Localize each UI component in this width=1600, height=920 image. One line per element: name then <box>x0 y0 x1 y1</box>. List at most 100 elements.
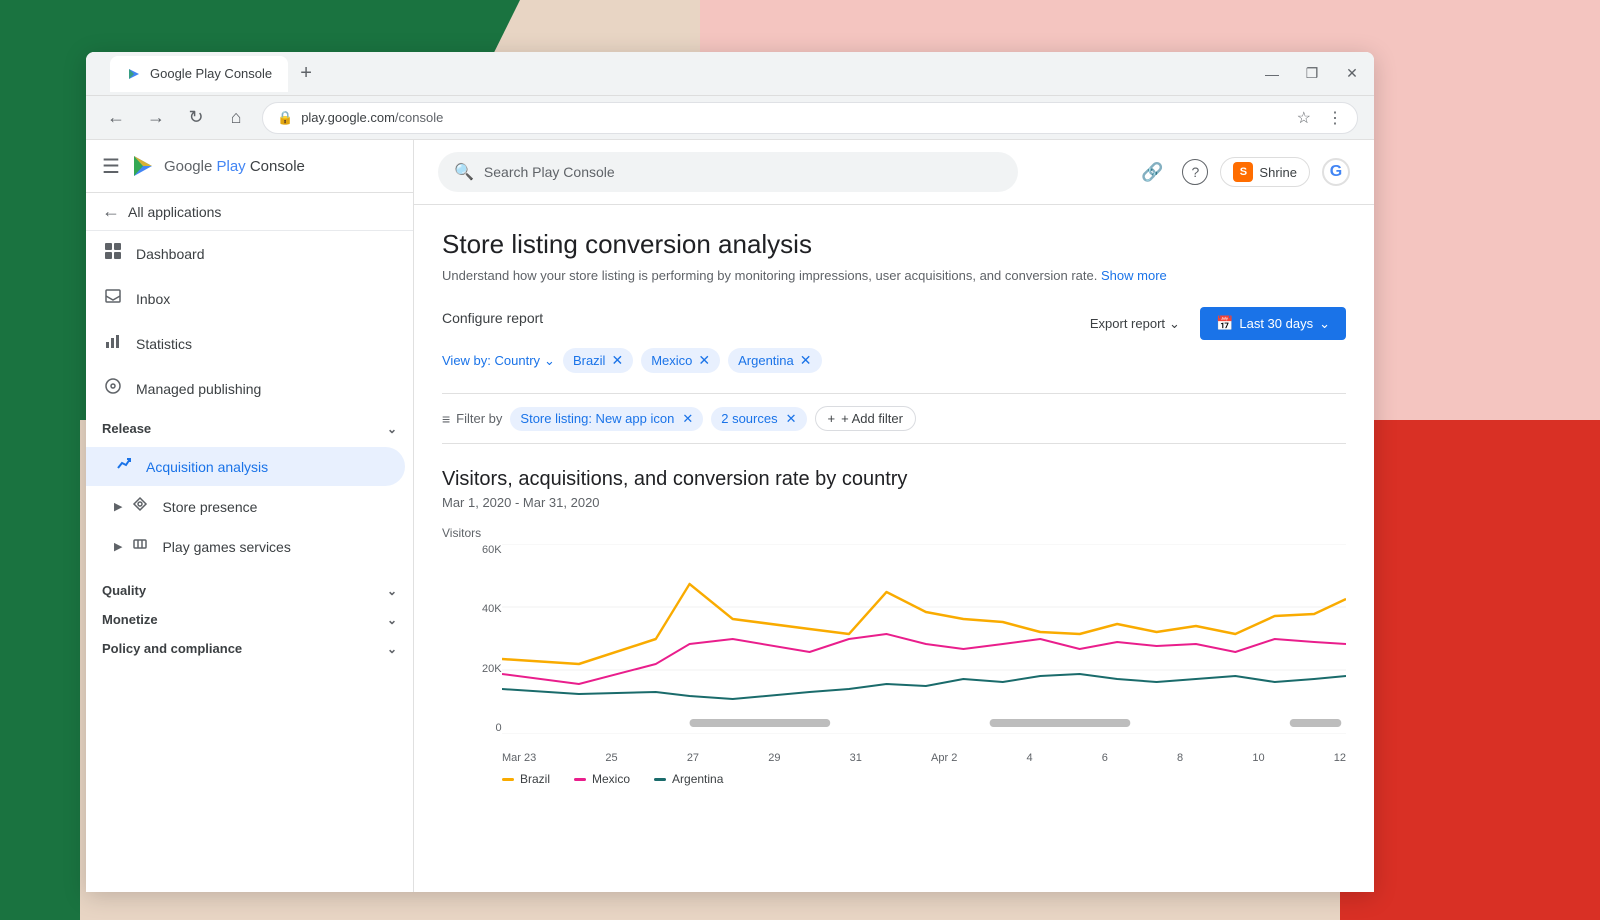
managed-publishing-icon <box>102 377 124 400</box>
close-button[interactable]: ✕ <box>1342 64 1362 84</box>
chart-svg <box>502 544 1346 734</box>
release-section-header[interactable]: Release ⌄ <box>86 411 413 440</box>
app-layout: ☰ Google Play Console ← All applications <box>86 140 1374 892</box>
argentina-legend-dot <box>654 778 666 781</box>
legend-mexico: Mexico <box>574 772 630 786</box>
address-text: play.google.com/console <box>301 110 443 125</box>
sources-remove-icon[interactable]: ✕ <box>786 411 797 427</box>
gpc-logo-icon <box>130 152 158 180</box>
back-nav-button[interactable]: ← <box>102 104 130 132</box>
back-to-all-apps-button[interactable]: ← All applications <box>86 193 413 231</box>
argentina-remove-icon[interactable]: ✕ <box>800 352 812 369</box>
new-tab-button[interactable]: + <box>292 60 320 88</box>
export-chevron-icon: ⌄ <box>1169 316 1180 332</box>
sources-label: 2 sources <box>721 411 777 426</box>
chart-container: 60K 40K 20K 0 <box>442 544 1346 764</box>
argentina-legend-label: Argentina <box>672 772 723 786</box>
forward-nav-button[interactable]: → <box>142 104 170 132</box>
monetize-section-header[interactable]: Monetize ⌄ <box>86 602 413 631</box>
statistics-icon <box>102 332 124 355</box>
mexico-legend-label: Mexico <box>592 772 630 786</box>
sidebar-item-store-presence[interactable]: ▶ Store presence <box>86 487 405 526</box>
add-filter-label: + Add filter <box>841 411 903 426</box>
link-button[interactable]: 🔗 <box>1134 154 1170 190</box>
inbox-icon <box>102 287 124 310</box>
hamburger-icon[interactable]: ☰ <box>102 154 120 179</box>
quality-section-header[interactable]: Quality ⌄ <box>86 573 413 602</box>
shrine-icon: S <box>1233 162 1253 182</box>
store-presence-expand-icon: ▶ <box>114 500 122 513</box>
argentina-label: Argentina <box>738 353 794 368</box>
view-by-chevron-icon: ⌄ <box>544 353 555 369</box>
chart-svg-area <box>502 544 1346 734</box>
home-button[interactable]: ⌂ <box>222 104 250 132</box>
search-box[interactable]: 🔍 Search Play Console <box>438 152 1018 192</box>
gpc-logo: Google Play Console <box>130 152 305 180</box>
x-tick-27: 27 <box>687 752 699 764</box>
sidebar-item-inbox[interactable]: Inbox <box>86 277 405 320</box>
sources-filter-chip[interactable]: 2 sources ✕ <box>711 407 806 431</box>
maximize-button[interactable]: ❐ <box>1302 64 1322 84</box>
sidebar-item-statistics[interactable]: Statistics <box>86 322 405 365</box>
sidebar: ☰ Google Play Console ← All applications <box>86 140 414 892</box>
mexico-legend-dot <box>574 778 586 781</box>
minimize-button[interactable]: — <box>1262 64 1282 84</box>
play-games-label: Play games services <box>162 539 290 555</box>
reload-button[interactable]: ↻ <box>182 104 210 132</box>
mexico-chip[interactable]: Mexico ✕ <box>641 348 720 373</box>
x-tick-apr2: Apr 2 <box>931 752 957 764</box>
argentina-chip[interactable]: Argentina ✕ <box>728 348 821 373</box>
help-button[interactable]: ? <box>1182 159 1208 185</box>
grow-section: Acquisition analysis ▶ Store presence ▶ <box>86 440 413 573</box>
sidebar-item-managed-publishing[interactable]: Managed publishing <box>86 367 405 410</box>
policy-section-header[interactable]: Policy and compliance ⌄ <box>86 631 413 660</box>
google-account-button[interactable]: G <box>1322 158 1350 186</box>
chart-title: Visitors, acquisitions, and conversion r… <box>442 468 1346 491</box>
main-topbar: 🔍 Search Play Console 🔗 ? S Shrine G <box>414 140 1374 205</box>
show-more-link[interactable]: Show more <box>1101 268 1167 283</box>
store-listing-remove-icon[interactable]: ✕ <box>682 411 693 427</box>
sidebar-item-play-games-services[interactable]: ▶ Play games services <box>86 527 405 566</box>
view-by-row: View by: Country ⌄ Brazil ✕ Mexico ✕ <box>442 348 1346 373</box>
acquisition-analysis-icon <box>114 456 134 477</box>
mexico-remove-icon[interactable]: ✕ <box>698 352 710 369</box>
x-tick-29: 29 <box>768 752 780 764</box>
topbar-actions: 🔗 ? S Shrine G <box>1134 154 1350 190</box>
brazil-legend-dot <box>502 778 514 781</box>
y-tick-40k: 40K <box>482 603 502 615</box>
configure-section: Configure report Export report ⌄ 📅 Last … <box>442 307 1346 373</box>
x-tick-12: 12 <box>1334 752 1346 764</box>
sidebar-item-dashboard[interactable]: Dashboard <box>86 232 405 275</box>
sidebar-header: ☰ Google Play Console <box>86 140 413 193</box>
release-label: Release <box>102 421 151 436</box>
chart-legend: Brazil Mexico Argentina <box>442 772 1346 786</box>
x-tick-25: 25 <box>605 752 617 764</box>
browser-tab[interactable]: Google Play Console <box>110 56 288 92</box>
store-listing-label: Store listing: New app icon <box>520 411 674 426</box>
x-tick-8: 8 <box>1177 752 1183 764</box>
sidebar-item-acquisition-analysis[interactable]: Acquisition analysis <box>86 447 405 486</box>
view-by-button[interactable]: View by: Country ⌄ <box>442 353 555 369</box>
monetize-label: Monetize <box>102 612 158 627</box>
y-tick-60k: 60K <box>482 544 502 556</box>
more-icon[interactable]: ⋮ <box>1327 108 1343 128</box>
export-report-button[interactable]: Export report ⌄ <box>1082 310 1188 338</box>
brazil-chip[interactable]: Brazil ✕ <box>563 348 633 373</box>
page-content: Store listing conversion analysis Unders… <box>414 205 1374 830</box>
legend-argentina: Argentina <box>654 772 723 786</box>
policy-label: Policy and compliance <box>102 641 242 656</box>
store-listing-filter-chip[interactable]: Store listing: New app icon ✕ <box>510 407 703 431</box>
brazil-remove-icon[interactable]: ✕ <box>611 352 623 369</box>
mexico-label: Mexico <box>651 353 692 368</box>
add-filter-button[interactable]: + + Add filter <box>815 406 916 431</box>
shrine-badge[interactable]: S Shrine <box>1220 157 1310 187</box>
address-bar[interactable]: 🔒 play.google.com/console ☆ ⋮ <box>262 102 1358 134</box>
dashboard-label: Dashboard <box>136 246 205 262</box>
bookmark-icon[interactable]: ☆ <box>1297 108 1311 128</box>
date-range-button[interactable]: 📅 Last 30 days ⌄ <box>1200 307 1346 340</box>
play-games-expand-icon: ▶ <box>114 540 122 553</box>
browser-titlebar: Google Play Console + — ❐ ✕ <box>86 52 1374 96</box>
filter-row: ≡ Filter by Store listing: New app icon … <box>442 393 1346 444</box>
page-title: Store listing conversion analysis <box>442 229 1346 260</box>
visitors-label: Visitors <box>442 526 481 540</box>
